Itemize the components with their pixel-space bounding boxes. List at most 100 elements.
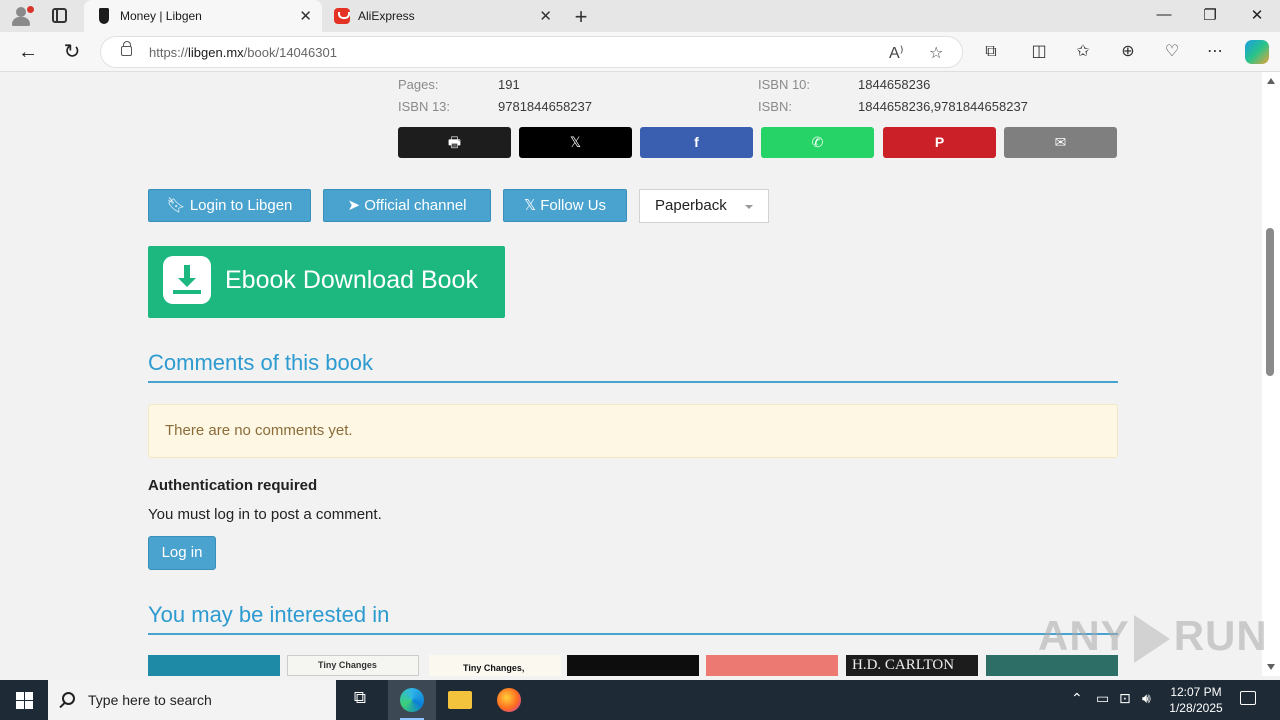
related-book-thumbnail[interactable]	[148, 655, 280, 676]
windows-taskbar: Type here to search ⧉ ⌃ ▭ ⊡ 🔊︎ 12:07 PM …	[0, 680, 1280, 720]
share-pinterest-button[interactable]: P	[883, 127, 996, 158]
comments-divider	[148, 381, 1118, 383]
split-screen-icon[interactable]: ◫	[1029, 42, 1049, 62]
related-book-thumbnail[interactable]	[706, 655, 838, 676]
edge-icon	[400, 688, 424, 712]
tab-bar: Money | Libgen ✕ AliExpress ✕ + — ❐ ✕	[0, 0, 1280, 32]
chevron-down-icon	[745, 205, 753, 209]
share-print-button[interactable]: 🖶	[398, 127, 511, 158]
official-channel-button[interactable]: ➤ Official channel	[323, 189, 491, 222]
ebook-download-label: Ebook Download Book	[225, 266, 478, 294]
whatsapp-icon: ✆	[811, 134, 824, 150]
task-view-icon[interactable]: ⧉	[348, 688, 372, 712]
search-icon	[62, 692, 75, 705]
browser-toolbar: ← ↻ https://libgen.mx/book/14046301 A⁾ ☆…	[0, 32, 1280, 72]
pages-value: 191	[498, 77, 520, 92]
share-email-button[interactable]: ✉	[1004, 127, 1117, 158]
libgen-favicon-icon	[99, 8, 109, 24]
favorites-icon[interactable]: ✩	[1073, 42, 1093, 62]
related-book-thumbnail[interactable]: Tiny Changes,	[429, 655, 561, 676]
pages-label: Pages:	[398, 77, 439, 92]
close-tab-icon[interactable]: ✕	[539, 7, 552, 25]
isbn10-value: 1844658236	[858, 77, 931, 92]
bookmark-icon: 🔖︎	[166, 197, 186, 214]
follow-us-button[interactable]: 𝕏 Follow Us	[503, 189, 627, 222]
tab-actions-icon[interactable]	[52, 8, 67, 23]
refresh-icon[interactable]: ↻	[59, 39, 85, 65]
isbn10-label: ISBN 10:	[758, 77, 811, 92]
taskbar-search-box[interactable]: Type here to search	[48, 680, 336, 720]
anyrun-watermark: ANY RUN	[1038, 612, 1268, 663]
taskbar-clock[interactable]: 12:07 PM 1/28/2025	[1160, 684, 1232, 716]
page-viewport: Pages: 191 ISBN 10: 1844658236 ISBN 13: …	[4, 72, 1262, 676]
email-icon: ✉	[1054, 134, 1067, 150]
no-comments-notice: There are no comments yet.	[148, 404, 1118, 458]
isbn-label: ISBN:	[758, 99, 792, 114]
close-tab-icon[interactable]: ✕	[299, 7, 312, 25]
clock-time: 12:07 PM	[1170, 685, 1222, 699]
profile-avatar-icon[interactable]	[8, 4, 34, 28]
address-bar[interactable]: https://libgen.mx/book/14046301 A⁾ ☆	[100, 36, 963, 68]
log-in-button[interactable]: Log in	[148, 536, 216, 570]
tab-title: Money | Libgen	[120, 9, 202, 23]
show-hidden-icons-icon[interactable]: ⌃	[1071, 690, 1083, 707]
share-x-button[interactable]: 𝕏	[519, 127, 632, 158]
facebook-icon: f	[694, 134, 699, 150]
minimize-icon[interactable]: —	[1154, 6, 1174, 23]
comments-heading: Comments of this book	[148, 350, 373, 375]
tab-libgen[interactable]: Money | Libgen ✕	[84, 0, 322, 32]
extensions-icon[interactable]: ⧉	[981, 42, 1001, 62]
related-divider	[148, 633, 1118, 635]
telegram-send-icon: ➤	[347, 197, 361, 214]
x-icon: 𝕏	[523, 197, 537, 214]
more-menu-icon[interactable]: ⋯	[1205, 42, 1225, 62]
volume-icon[interactable]: 🔊︎	[1142, 690, 1151, 707]
edge-taskbar-button[interactable]	[388, 680, 436, 720]
print-icon: 🖶	[447, 134, 462, 150]
restore-icon[interactable]: ❐	[1200, 6, 1220, 24]
isbn-value: 1844658236,9781844658237	[858, 99, 1028, 114]
back-arrow-icon[interactable]: ←	[15, 39, 41, 65]
scroll-down-icon[interactable]	[1267, 664, 1275, 670]
page-scrollbar[interactable]	[1262, 72, 1280, 676]
firefox-icon[interactable]	[497, 688, 521, 712]
login-to-libgen-button[interactable]: 🔖︎ Login to Libgen	[148, 189, 311, 222]
aliexpress-favicon-icon	[334, 8, 350, 24]
favorite-star-icon[interactable]: ☆	[929, 43, 943, 63]
tab-title: AliExpress	[358, 9, 415, 23]
clock-date: 1/28/2025	[1169, 701, 1223, 715]
format-select[interactable]: Paperback	[639, 189, 769, 223]
related-book-thumbnail[interactable]: Tiny Changes	[287, 655, 419, 676]
copilot-icon[interactable]	[1245, 40, 1269, 64]
network-icon[interactable]: ⊡	[1119, 690, 1131, 707]
related-heading: You may be interested in	[148, 602, 390, 627]
tab-aliexpress[interactable]: AliExpress ✕	[322, 0, 562, 32]
windows-start-icon[interactable]	[16, 692, 33, 709]
new-tab-icon[interactable]: +	[570, 4, 592, 30]
read-aloud-icon[interactable]: A⁾	[889, 43, 904, 63]
share-whatsapp-button[interactable]: ✆	[761, 127, 874, 158]
isbn13-label: ISBN 13:	[398, 99, 451, 114]
x-icon: 𝕏	[569, 134, 582, 150]
collections-icon[interactable]: ⊕	[1118, 42, 1138, 62]
url-text[interactable]: https://libgen.mx/book/14046301	[149, 45, 337, 60]
ebook-download-button[interactable]: Ebook Download Book	[148, 246, 505, 318]
pinterest-icon: P	[934, 134, 945, 150]
notification-icon[interactable]	[1240, 691, 1256, 705]
auth-required-text: You must log in to post a comment.	[148, 506, 382, 523]
related-book-thumbnail[interactable]	[567, 655, 699, 676]
play-logo-icon	[1133, 614, 1170, 663]
scroll-up-icon[interactable]	[1267, 78, 1275, 84]
browser-essentials-icon[interactable]: ♡	[1162, 42, 1182, 62]
share-facebook-button[interactable]: f	[640, 127, 753, 158]
format-select-value: Paperback	[655, 197, 727, 214]
download-icon	[163, 256, 211, 304]
related-book-thumbnail[interactable]: H.D. CARLTON	[846, 655, 978, 676]
battery-icon[interactable]: ▭	[1096, 690, 1109, 707]
file-explorer-icon[interactable]	[448, 691, 472, 709]
lock-icon[interactable]	[121, 41, 132, 56]
auth-required-heading: Authentication required	[148, 477, 318, 494]
close-window-icon[interactable]: ✕	[1247, 6, 1267, 24]
scrollbar-thumb[interactable]	[1266, 228, 1274, 376]
taskbar-search-placeholder: Type here to search	[88, 692, 212, 708]
